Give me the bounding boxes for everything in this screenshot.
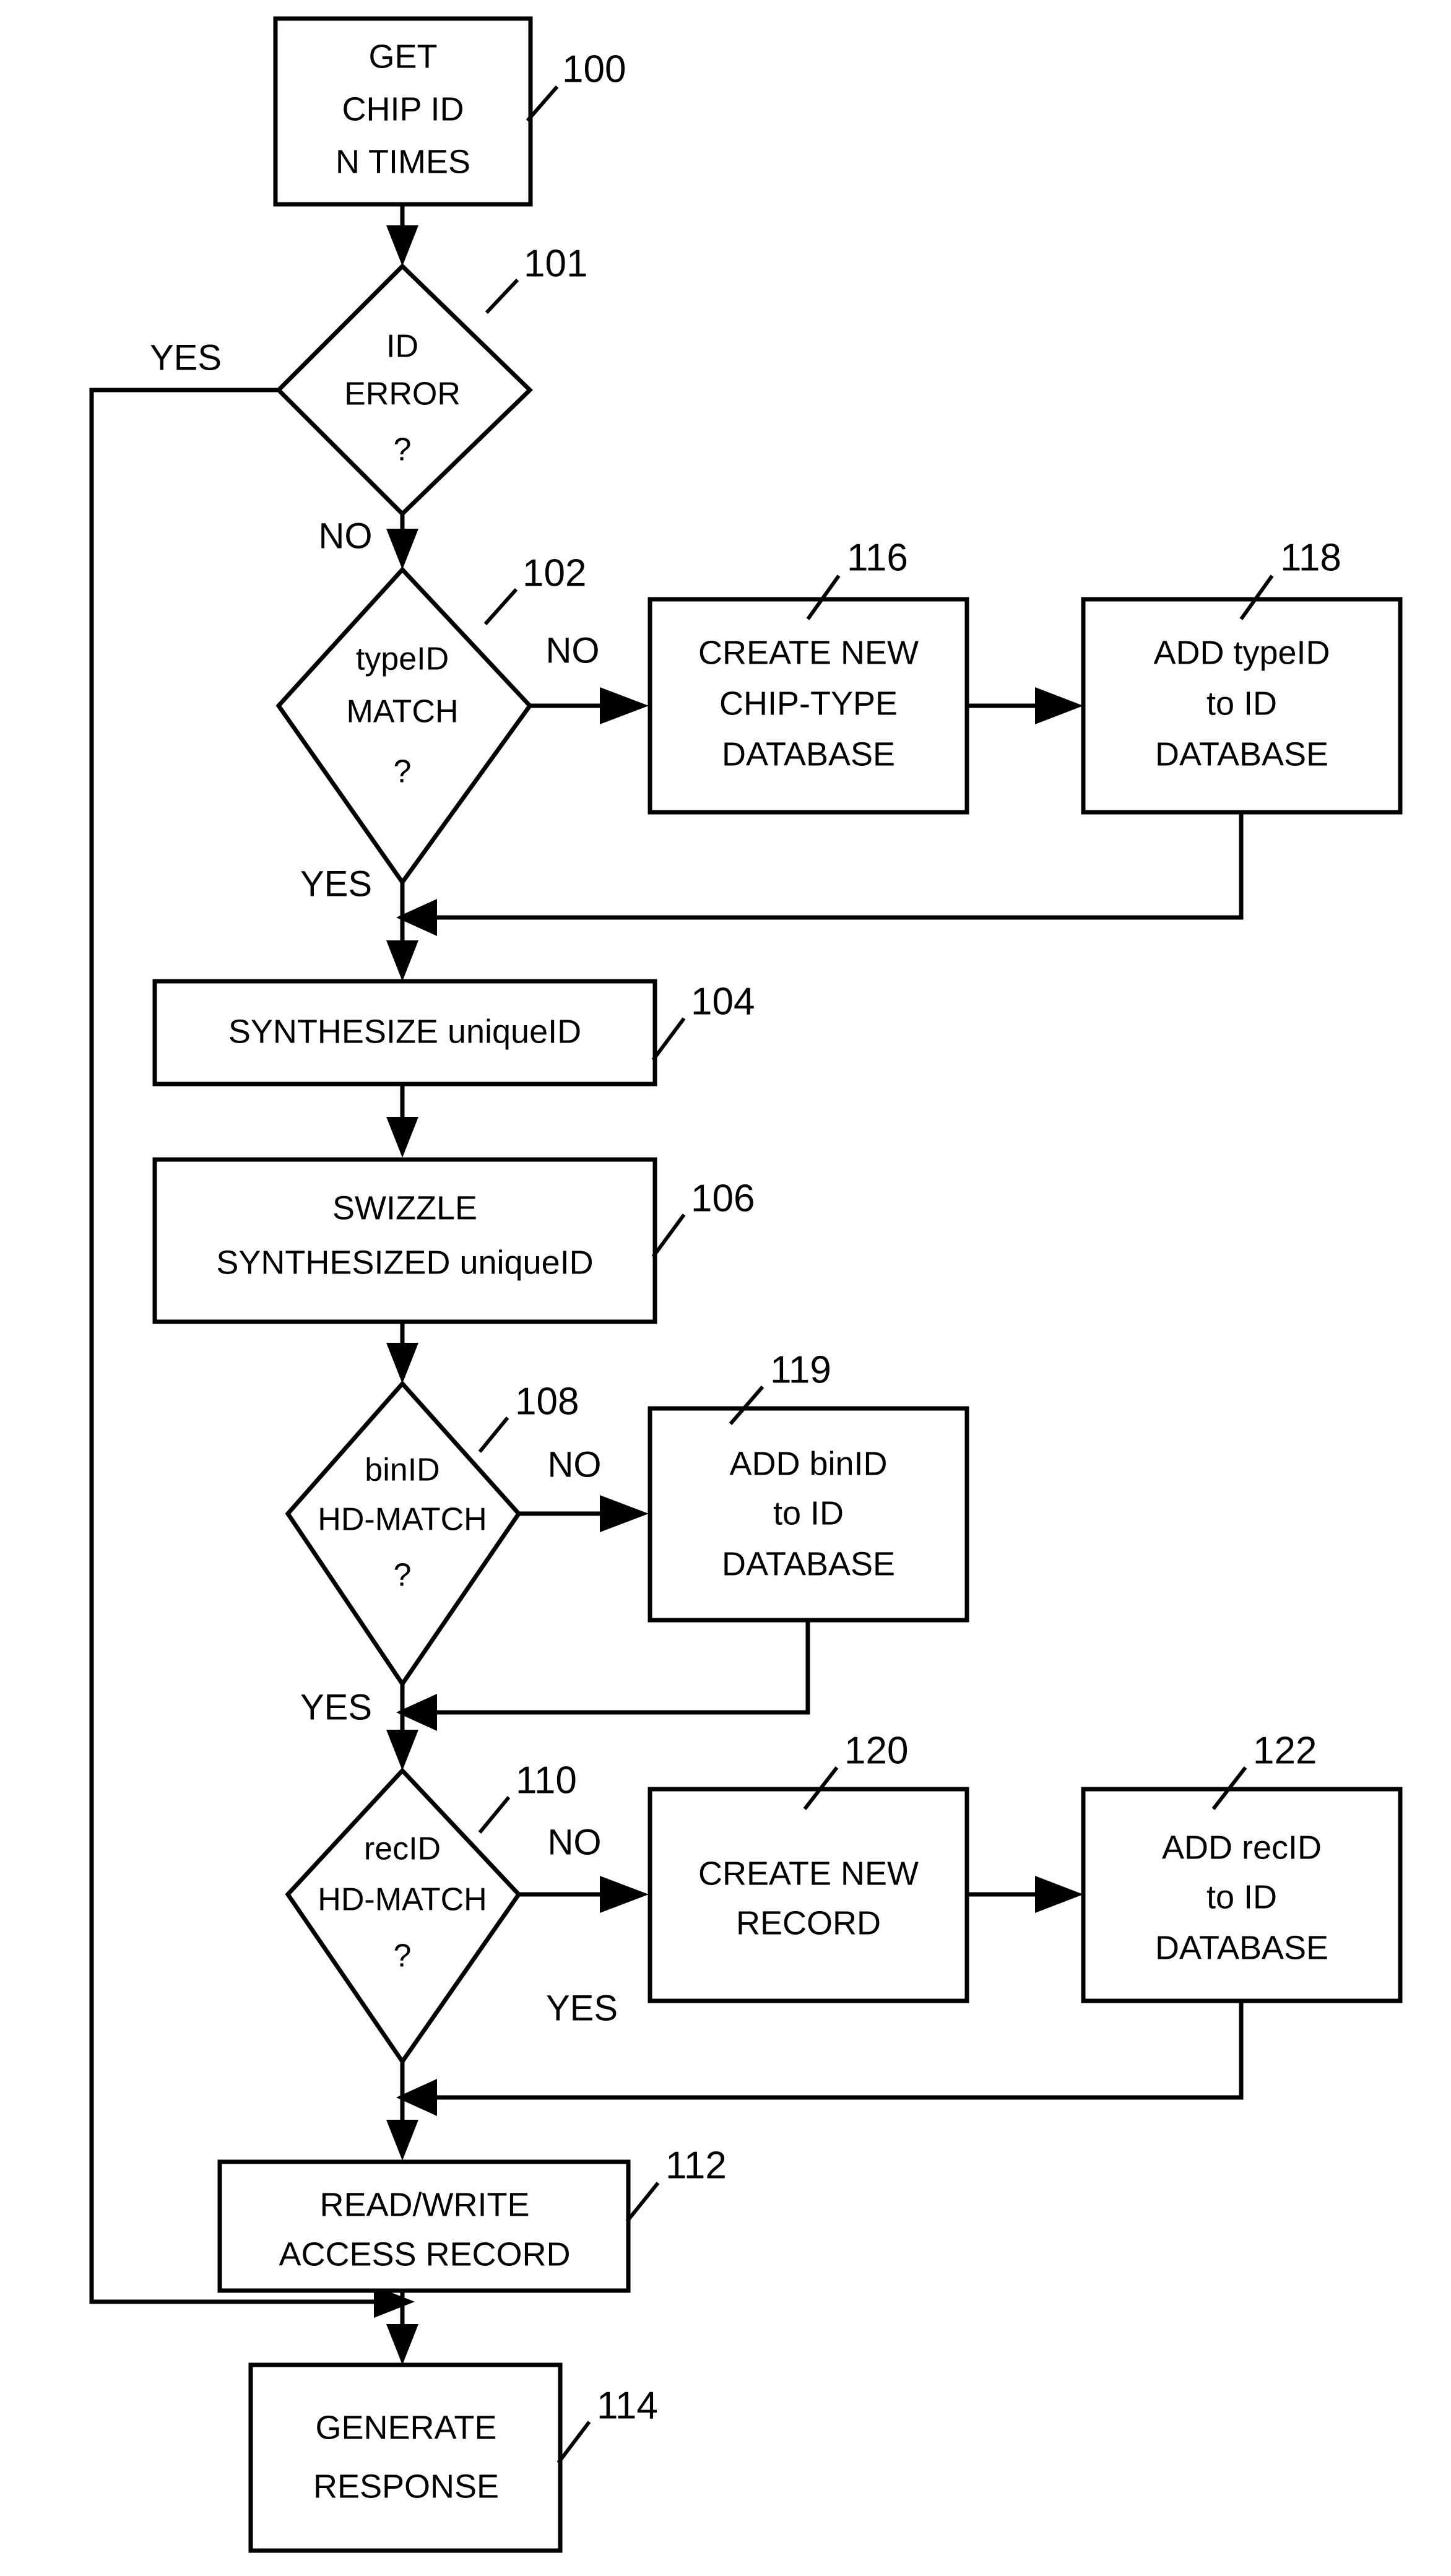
ref-number-110: 110 (516, 1759, 577, 1802)
node-120-process[interactable] (648, 1787, 969, 2003)
leader-108 (478, 1416, 509, 1453)
node-119-line-1: ADD binID (729, 1445, 887, 1482)
node-106-line-2: SYNTHESIZED uniqueID (216, 1244, 593, 1281)
node-120-line-2: RECORD (736, 1904, 881, 1941)
leader-106 (651, 1213, 686, 1258)
arrowhead-108-no-to-119 (600, 1495, 649, 1532)
ref-number-119: 119 (770, 1348, 831, 1391)
ref-number-101: 101 (524, 242, 587, 285)
arrowhead-110-yes-to-112 (386, 2120, 418, 2161)
node-112-line-1: READ/WRITE (319, 2186, 529, 2223)
node-114-process[interactable] (248, 2362, 563, 2553)
node-110-line-1: recID (364, 1831, 441, 1867)
flowchart-figure: GET CHIP ID N TIMES 100 ID ERROR ? 101 Y… (0, 0, 1451, 2576)
arrowhead-110-no-to-120 (600, 1876, 649, 1913)
edge-label-101-yes: YES (150, 337, 222, 378)
node-119-line-3: DATABASE (722, 1545, 895, 1582)
node-122-line-3: DATABASE (1155, 1929, 1328, 1966)
arrowhead-104-to-106 (386, 1117, 418, 1158)
arrowhead-106-to-108 (386, 1343, 418, 1384)
node-116-line-1: CREATE NEW (698, 634, 919, 671)
connector-118-return (433, 812, 1244, 920)
node-104-line-1: SYNTHESIZE uniqueID (228, 1013, 581, 1050)
node-108-line-1: binID (365, 1452, 440, 1488)
flowchart-canvas: GET CHIP ID N TIMES 100 ID ERROR ? 101 Y… (89, 16, 1403, 2553)
node-101-line-2: ERROR (344, 376, 461, 412)
edge-label-102-yes: YES (300, 864, 372, 904)
leader-104 (651, 1017, 686, 1061)
arrowhead-108-yes-to-110 (386, 1730, 418, 1771)
node-102-line-2: MATCH (346, 694, 458, 730)
leader-102 (483, 588, 518, 625)
edge-label-110-no: NO (548, 1822, 602, 1862)
node-100-line-3: N TIMES (336, 143, 470, 180)
leader-101 (485, 278, 519, 314)
arrowhead-101-to-102 (386, 529, 418, 570)
node-108-line-3: ? (394, 1558, 412, 1594)
ref-number-112: 112 (665, 2144, 727, 2187)
node-118-line-2: to ID (1206, 685, 1277, 722)
ref-number-102: 102 (522, 552, 586, 594)
node-110-line-3: ? (394, 1938, 412, 1974)
node-100-line-1: GET (368, 38, 437, 75)
node-118-line-1: ADD typeID (1153, 634, 1330, 671)
ref-number-104: 104 (691, 980, 755, 1023)
ref-number-122: 122 (1253, 1729, 1317, 1772)
ref-number-116: 116 (847, 536, 908, 579)
node-118-line-3: DATABASE (1155, 735, 1328, 773)
node-120-line-1: CREATE NEW (698, 1855, 919, 1892)
node-122-line-2: to ID (1206, 1878, 1277, 1915)
arrowhead-102-no-to-116 (600, 687, 649, 724)
leader-114 (557, 2421, 591, 2464)
node-110-line-2: HD-MATCH (318, 1882, 487, 1918)
leader-110 (478, 1796, 511, 1834)
ref-number-100: 100 (562, 48, 626, 90)
node-106-process[interactable] (152, 1157, 657, 1324)
edge-label-101-no: NO (319, 516, 373, 556)
node-100-line-2: CHIP ID (342, 90, 464, 128)
ref-number-114: 114 (597, 2384, 658, 2427)
node-114-line-2: RESPONSE (313, 2468, 499, 2505)
node-119-line-2: to ID (773, 1494, 844, 1532)
ref-number-118: 118 (1280, 536, 1341, 579)
edge-label-108-yes: YES (300, 1687, 372, 1727)
leader-112 (625, 2182, 660, 2223)
node-116-line-3: DATABASE (722, 735, 895, 773)
edge-label-102-no: NO (546, 630, 600, 670)
arrowhead-102-yes-to-104 (386, 940, 418, 981)
node-102-line-1: typeID (356, 641, 449, 677)
edge-label-110-yes: YES (546, 1988, 618, 2028)
node-116-line-2: CHIP-TYPE (719, 685, 898, 722)
node-101-line-1: ID (386, 329, 418, 365)
node-106-line-1: SWIZZLE (332, 1189, 477, 1226)
arrowhead-112-to-114 (386, 2324, 418, 2365)
ref-number-106: 106 (691, 1177, 755, 1220)
edge-label-108-no: NO (548, 1444, 602, 1485)
node-108-line-2: HD-MATCH (318, 1502, 487, 1538)
arrowhead-116-to-118 (1035, 687, 1083, 724)
node-122-line-1: ADD recID (1162, 1829, 1322, 1866)
arrowhead-120-to-122 (1035, 1876, 1083, 1913)
ref-number-120: 120 (844, 1729, 908, 1772)
ref-number-108: 108 (515, 1380, 579, 1423)
node-102-line-3: ? (394, 754, 412, 790)
node-112-line-2: ACCESS RECORD (279, 2236, 570, 2273)
node-101-line-3: ? (394, 432, 412, 468)
connector-119-return (433, 1620, 810, 1715)
node-114-line-1: GENERATE (315, 2409, 496, 2446)
arrowhead-100-to-101 (386, 225, 418, 266)
